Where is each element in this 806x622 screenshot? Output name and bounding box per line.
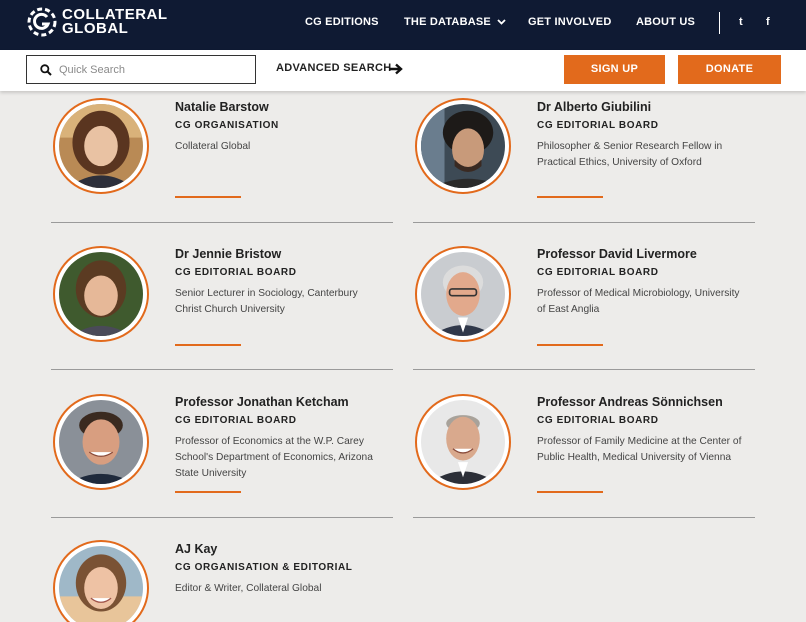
quick-search-box[interactable] <box>26 55 256 84</box>
card-divider <box>413 517 755 518</box>
person-avatar <box>415 246 511 342</box>
person-photo <box>421 400 505 484</box>
person-name: Professor Andreas Sönnichsen <box>537 395 723 409</box>
facebook-icon[interactable]: f <box>766 16 770 28</box>
person-name: Professor Jonathan Ketcham <box>175 395 349 409</box>
arrow-right-icon[interactable] <box>388 63 404 75</box>
person-photo <box>421 104 505 188</box>
brand-wordmark: COLLATERAL GLOBAL <box>62 7 168 37</box>
person-avatar <box>53 540 149 622</box>
person-card[interactable]: Dr Jennie Bristow CG EDITORIAL BOARD Sen… <box>51 222 393 370</box>
person-info: Dr Jennie Bristow CG EDITORIAL BOARD Sen… <box>175 247 385 318</box>
person-photo <box>59 546 143 622</box>
collateral-global-logo-icon <box>27 7 57 37</box>
person-avatar <box>53 246 149 342</box>
search-toolbar: ADVANCED SEARCH SIGN UP DONATE <box>0 50 806 91</box>
brand-line-2: GLOBAL <box>62 20 129 37</box>
person-description: Professor of Medical Microbiology, Unive… <box>537 288 740 315</box>
person-role: CG ORGANISATION & EDITORIAL <box>175 562 353 573</box>
person-role: CG EDITORIAL BOARD <box>537 415 659 426</box>
person-description: Professor of Family Medicine at the Cent… <box>537 436 742 463</box>
nav-item-cg-editions[interactable]: CG EDITIONS <box>305 16 379 28</box>
person-avatar <box>53 394 149 490</box>
nav-item-the-database[interactable]: THE DATABASE <box>404 16 506 28</box>
brand-logo[interactable]: COLLATERAL GLOBAL <box>26 6 168 38</box>
person-role: CG EDITORIAL BOARD <box>537 120 659 131</box>
person-info: Professor Jonathan Ketcham CG EDITORIAL … <box>175 395 385 482</box>
person-description: Collateral Global <box>175 141 251 152</box>
person-card[interactable]: Professor Jonathan Ketcham CG EDITORIAL … <box>51 370 393 518</box>
person-info: AJ Kay CG ORGANISATION & EDITORIAL Edito… <box>175 542 385 597</box>
quick-search-input[interactable] <box>59 60 249 80</box>
nav-item-get-involved[interactable]: GET INVOLVED <box>528 16 611 28</box>
accent-underline <box>537 196 603 198</box>
chevron-down-icon <box>497 19 506 25</box>
top-navigation-bar: COLLATERAL GLOBAL CG EDITIONS THE DATABA… <box>0 0 806 50</box>
nav-item-about-us[interactable]: ABOUT US <box>636 16 695 28</box>
nav-divider <box>719 12 720 34</box>
person-avatar <box>415 98 511 194</box>
person-name: Natalie Barstow <box>175 100 269 114</box>
person-avatar <box>53 98 149 194</box>
person-description: Senior Lecturer in Sociology, Canterbury… <box>175 288 358 315</box>
person-name: Professor David Livermore <box>537 247 697 261</box>
person-description: Editor & Writer, Collateral Global <box>175 583 322 594</box>
person-role: CG EDITORIAL BOARD <box>175 415 297 426</box>
advanced-search-link[interactable]: ADVANCED SEARCH <box>276 62 392 74</box>
person-photo <box>59 252 143 336</box>
person-role: CG EDITORIAL BOARD <box>537 267 659 278</box>
person-avatar <box>415 394 511 490</box>
twitter-icon[interactable]: t <box>739 16 743 28</box>
accent-underline <box>175 344 241 346</box>
search-icon <box>40 64 52 76</box>
person-name: AJ Kay <box>175 542 218 556</box>
accent-underline <box>537 491 603 493</box>
person-info: Professor David Livermore CG EDITORIAL B… <box>537 247 747 318</box>
person-photo <box>59 400 143 484</box>
accent-underline <box>175 491 241 493</box>
person-info: Professor Andreas Sönnichsen CG EDITORIA… <box>537 395 747 466</box>
person-info: Natalie Barstow CG ORGANISATION Collater… <box>175 100 385 155</box>
donate-button[interactable]: DONATE <box>678 55 781 84</box>
person-card[interactable]: Dr Alberto Giubilini CG EDITORIAL BOARD … <box>413 75 755 223</box>
signup-button[interactable]: SIGN UP <box>564 55 665 84</box>
person-card[interactable]: Professor Andreas Sönnichsen CG EDITORIA… <box>413 370 755 518</box>
accent-underline <box>175 196 241 198</box>
person-info: Dr Alberto Giubilini CG EDITORIAL BOARD … <box>537 100 747 171</box>
person-photo <box>59 104 143 188</box>
person-description: Professor of Economics at the W.P. Carey… <box>175 436 373 479</box>
person-card[interactable]: Natalie Barstow CG ORGANISATION Collater… <box>51 75 393 223</box>
accent-underline <box>537 344 603 346</box>
person-card[interactable]: AJ Kay CG ORGANISATION & EDITORIAL Edito… <box>51 518 393 622</box>
nav-item-label: THE DATABASE <box>404 16 491 28</box>
person-card[interactable]: Professor David Livermore CG EDITORIAL B… <box>413 222 755 370</box>
person-name: Dr Alberto Giubilini <box>537 100 652 114</box>
person-role: CG EDITORIAL BOARD <box>175 267 297 278</box>
person-role: CG ORGANISATION <box>175 120 279 131</box>
person-description: Philosopher & Senior Research Fellow in … <box>537 141 723 168</box>
person-photo <box>421 252 505 336</box>
person-name: Dr Jennie Bristow <box>175 247 282 261</box>
